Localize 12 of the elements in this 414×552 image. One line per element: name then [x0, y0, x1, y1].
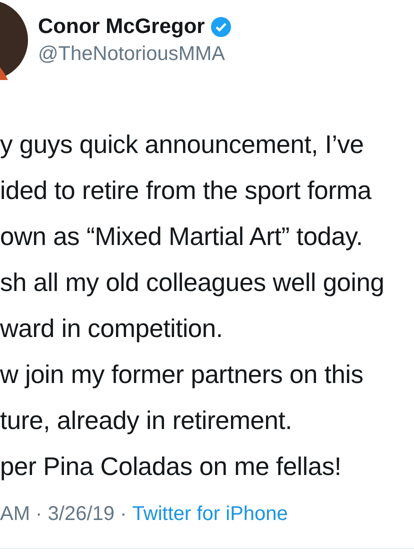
tweet-text-line: per Pina Coladas on me fellas!: [0, 452, 342, 483]
tweet-timestamp: AM · 3/26/19 ·: [0, 502, 128, 526]
tweet-text-line: ture, already in retirement.: [0, 406, 294, 437]
tweet-text-line: sh all my old colleagues well going: [0, 268, 386, 299]
author-name: Conor McGregor: [38, 14, 205, 38]
tweet-text-line: y guys quick announcement, I’ve: [0, 130, 365, 161]
tweet-text-line: own as “Mixed Martial Art” today.: [0, 222, 364, 253]
tweet-text-line: ward in competition.: [0, 314, 224, 345]
tweet-text-line: ided to retire from the sport forma: [0, 176, 372, 207]
author-handle: @TheNotoriousMMA: [38, 42, 226, 66]
tweet-text-line: w join my former partners on this: [0, 360, 364, 391]
source-link[interactable]: Twitter for iPhone: [132, 502, 288, 526]
